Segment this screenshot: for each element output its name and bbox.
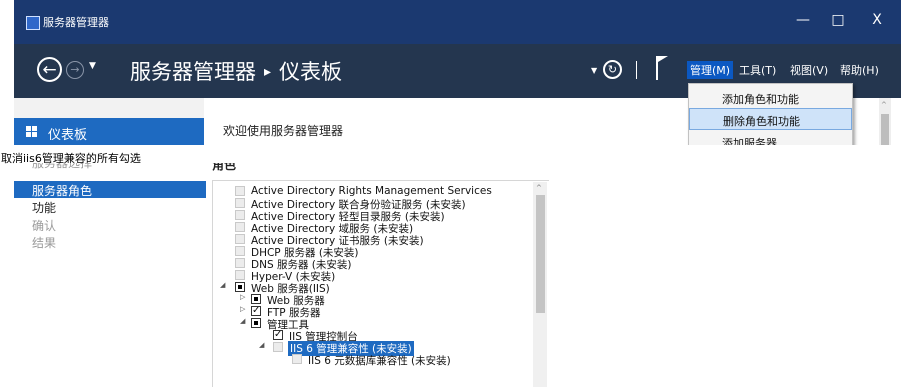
breadcrumb: 服务器管理器 ▸ 仪表板 xyxy=(130,56,342,86)
step-label: 服务器选择 xyxy=(32,163,93,170)
menu-view[interactable]: 视图(V) xyxy=(787,61,831,79)
back-arrow-icon[interactable]: ← xyxy=(37,57,62,82)
expand-open-icon[interactable]: ◢ xyxy=(220,281,225,289)
step-label: 结果 xyxy=(32,236,57,250)
menu-item-remove-roles[interactable]: 删除角色和功能 xyxy=(689,108,852,130)
remove-roles-wizard: 服务器选择 服务器角色 功能 确认 结果 角色 Active Directory… xyxy=(14,163,552,387)
sidebar: 仪表板 xyxy=(14,98,204,145)
role-checkbox[interactable] xyxy=(235,246,245,256)
role-label: Active Directory Rights Management Servi… xyxy=(251,185,492,197)
minimize-button[interactable]: — xyxy=(793,12,813,28)
role-checkbox[interactable] xyxy=(235,258,245,268)
roles-heading: 角色 xyxy=(212,163,237,172)
menu-manage[interactable]: 管理(M) xyxy=(687,61,734,79)
history-dropdown-icon[interactable]: ▼ xyxy=(89,61,96,71)
breadcrumb-current: 仪表板 xyxy=(279,60,343,84)
nav-divider xyxy=(636,61,637,79)
step-server-roles[interactable]: 服务器角色 xyxy=(14,181,206,198)
step-features[interactable]: 功能 xyxy=(14,198,206,215)
step-results: 结果 xyxy=(14,233,206,250)
refresh-icon[interactable]: ↻ xyxy=(603,60,622,79)
sidebar-item-dashboard[interactable]: 仪表板 xyxy=(14,118,204,145)
role-checkbox[interactable] xyxy=(251,294,261,304)
menu-item-label: 添加角色和功能 xyxy=(722,93,799,106)
close-button[interactable]: X xyxy=(867,12,887,28)
role-checkbox[interactable] xyxy=(235,186,245,196)
step-confirmation: 确认 xyxy=(14,216,206,233)
expand-open-icon[interactable]: ◢ xyxy=(240,317,245,325)
role-checkbox[interactable] xyxy=(235,234,245,244)
step-label: 服务器角色 xyxy=(32,184,93,198)
role-checkbox[interactable] xyxy=(235,222,245,232)
wizard-steps: 服务器选择 服务器角色 功能 确认 结果 xyxy=(14,163,206,387)
manage-menu-dropdown: 添加角色和功能 删除角色和功能 添加服务器 xyxy=(688,83,853,145)
step-server-selection[interactable]: 服务器选择 xyxy=(14,163,206,170)
expand-closed-icon[interactable]: ▷ xyxy=(240,305,245,313)
role-checkbox[interactable] xyxy=(235,210,245,220)
welcome-heading: 欢迎使用服务器管理器 xyxy=(223,124,344,138)
scroll-up-icon[interactable]: ^ xyxy=(881,101,887,109)
menu-item-label: 添加服务器 xyxy=(722,137,777,145)
sidebar-item-label: 仪表板 xyxy=(48,128,88,143)
role-checkbox[interactable] xyxy=(235,282,245,292)
scrollbar-thumb[interactable] xyxy=(881,114,889,145)
step-label: 功能 xyxy=(32,201,57,215)
checkmark-icon[interactable]: ✓ xyxy=(273,330,283,340)
role-checkbox[interactable] xyxy=(235,198,245,208)
breadcrumb-root[interactable]: 服务器管理器 xyxy=(130,60,256,84)
menu-tools[interactable]: 工具(T) xyxy=(736,61,779,79)
flag-cloth xyxy=(658,56,668,62)
menu-item-add-roles[interactable]: 添加角色和功能 xyxy=(689,87,852,109)
scrollbar-thumb[interactable] xyxy=(536,195,545,313)
notifications-flag-icon[interactable] xyxy=(656,56,670,80)
maximize-button[interactable]: □ xyxy=(828,12,848,28)
server-manager-window: 服务器管理器 — □ X ← → ▼ 服务器管理器 ▸ 仪表板 ▼ ↻ 管理(M) … xyxy=(14,0,901,145)
breadcrumb-separator-icon: ▸ xyxy=(264,64,272,80)
checkmark-icon[interactable]: ✓ xyxy=(251,306,261,316)
roles-scrollbar[interactable]: ^ xyxy=(533,182,547,387)
role-label: IIS 6 元数据库兼容性 (未安装) xyxy=(308,355,451,367)
window-title: 服务器管理器 xyxy=(43,16,109,29)
main-scrollbar[interactable]: ^ xyxy=(879,98,891,145)
title-bar: 服务器管理器 — □ X xyxy=(14,0,901,44)
menu-item-label: 删除角色和功能 xyxy=(723,115,800,128)
role-checkbox[interactable] xyxy=(251,318,261,328)
role-checkbox[interactable] xyxy=(273,342,283,352)
scroll-up-icon[interactable]: ^ xyxy=(536,184,542,192)
menu-help[interactable]: 帮助(H) xyxy=(837,61,882,79)
roles-tree: Active Directory Rights Management Servi… xyxy=(212,180,549,387)
role-checkbox[interactable] xyxy=(235,270,245,280)
expand-open-icon[interactable]: ◢ xyxy=(259,341,264,349)
role-checkbox[interactable] xyxy=(292,354,302,364)
expand-closed-icon[interactable]: ▷ xyxy=(240,293,245,301)
refresh-dropdown-icon[interactable]: ▼ xyxy=(591,66,597,75)
dashboard-icon xyxy=(26,126,37,137)
step-label: 确认 xyxy=(32,219,57,233)
server-manager-app-icon xyxy=(26,16,40,30)
forward-arrow-icon[interactable]: → xyxy=(66,61,84,79)
menu-item-add-servers[interactable]: 添加服务器 xyxy=(689,131,852,145)
